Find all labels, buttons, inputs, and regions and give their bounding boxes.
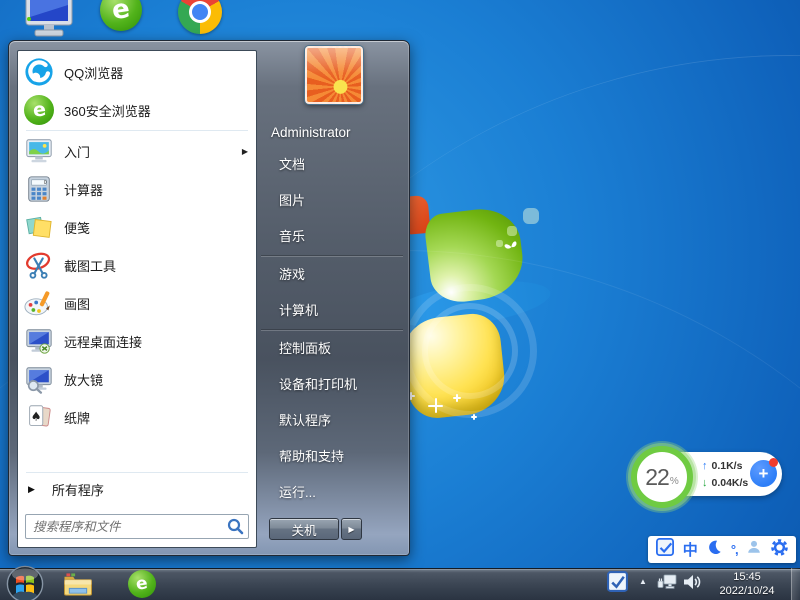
menu-item-label: 远程桌面连接 — [64, 332, 248, 351]
menu-item-label: 360安全浏览器 — [64, 101, 248, 120]
start-menu-item-getting-started[interactable]: 入门 ▶ — [18, 132, 256, 170]
start-menu-item-sticky-notes[interactable]: 便笺 — [18, 208, 256, 246]
show-desktop-button[interactable] — [791, 568, 800, 600]
start-menu: QQ浏览器 e 360安全浏览器 — [8, 40, 410, 556]
start-menu-item-qq-browser[interactable]: QQ浏览器 — [18, 53, 256, 91]
ime-user-icon[interactable] — [746, 539, 762, 560]
menu-item-label: 纸牌 — [64, 408, 248, 427]
shutdown-button[interactable]: 关机 — [269, 518, 339, 540]
clock-time: 15:45 — [704, 570, 790, 584]
start-menu-item-magnifier[interactable]: 放大镜 — [18, 360, 256, 398]
taskbar-explorer-button[interactable] — [62, 571, 94, 598]
menu-item-label: 放大镜 — [64, 370, 248, 389]
start-menu-item-run[interactable]: 运行... — [257, 475, 407, 511]
user-avatar[interactable] — [305, 46, 363, 104]
tray-clock[interactable]: 15:45 2022/10/24 — [704, 570, 790, 598]
start-menu-item-computer[interactable]: 计算机 — [257, 293, 407, 329]
sticky-notes-icon — [24, 212, 54, 242]
snipping-tool-icon — [24, 250, 54, 280]
start-menu-item-remote-desktop[interactable]: 远程桌面连接 — [18, 322, 256, 360]
start-menu-item-snipping-tool[interactable]: 截图工具 — [18, 246, 256, 284]
start-menu-item-music[interactable]: 音乐 — [257, 219, 407, 255]
svg-text:0: 0 — [44, 180, 47, 186]
menu-item-label: 画图 — [64, 294, 248, 313]
search-box — [25, 514, 249, 539]
start-button[interactable] — [6, 565, 44, 600]
submenu-arrow-icon: ▶ — [242, 147, 248, 156]
memory-percent-unit: % — [670, 476, 679, 487]
start-menu-item-calculator[interactable]: 0 计算器 — [18, 170, 256, 208]
notification-dot — [769, 458, 778, 467]
menu-separator — [26, 130, 248, 131]
start-menu-item-default-programs[interactable]: 默认程序 — [257, 403, 407, 439]
tray-network-icon[interactable] — [656, 572, 678, 597]
tray-speaker-icon[interactable] — [681, 572, 703, 597]
start-menu-item-paint[interactable]: 画图 — [18, 284, 256, 322]
qq-browser-icon — [24, 57, 54, 87]
search-icon[interactable] — [227, 518, 244, 540]
menu-item-label: QQ浏览器 — [64, 63, 248, 82]
start-menu-item-solitaire[interactable]: ♠ 纸牌 — [18, 398, 256, 436]
menu-item-label: 截图工具 — [64, 256, 248, 275]
svg-text:♠: ♠ — [31, 409, 42, 423]
clock-date: 2022/10/24 — [704, 584, 790, 598]
360-browser-icon: e — [24, 95, 54, 125]
all-programs-label: 所有程序 — [52, 480, 104, 499]
taskbar-360-browser-button[interactable]: e — [128, 570, 156, 598]
solitaire-icon: ♠ — [24, 402, 54, 432]
accelerate-button[interactable]: + — [750, 460, 777, 487]
getting-started-icon — [24, 136, 54, 166]
ime-mode-indicator[interactable]: 中 — [683, 539, 698, 560]
start-menu-item-help-support[interactable]: 帮助和支持 — [257, 439, 407, 475]
remote-desktop-icon — [24, 326, 54, 356]
desktop-icon-chrome[interactable] — [178, 0, 222, 34]
ime-punctuation-icon[interactable]: °, — [731, 542, 738, 557]
desktop-icon-360-browser[interactable]: e — [100, 0, 142, 31]
tray-security-icon[interactable] — [607, 571, 628, 592]
calculator-icon: 0 — [24, 174, 54, 204]
add-icon: + — [759, 464, 769, 484]
start-menu-right-panel: 文档 图片 音乐 游戏 计算机 控制面板 设备和打印机 默认程序 帮助和支持 运… — [257, 147, 407, 511]
memory-ball[interactable]: 22 % — [631, 446, 693, 508]
user-name: Administrator — [271, 125, 351, 140]
desktop: e QQ浏览器 e 360安全浏览器 — [0, 0, 800, 600]
menu-item-label: 便笺 — [64, 218, 248, 237]
start-menu-left-panel: QQ浏览器 e 360安全浏览器 — [17, 50, 257, 548]
ime-settings-gear-icon[interactable] — [771, 539, 788, 561]
desktop-icon-computer[interactable] — [22, 0, 76, 40]
ime-fullwidth-moon-icon[interactable] — [706, 539, 722, 560]
start-menu-item-control-panel[interactable]: 控制面板 — [257, 331, 407, 367]
start-menu-item-documents[interactable]: 文档 — [257, 147, 407, 183]
start-menu-item-devices-printers[interactable]: 设备和打印机 — [257, 367, 407, 403]
upload-arrow-icon: ↑ — [702, 460, 708, 472]
memory-percent: 22 — [645, 464, 669, 491]
ime-logo-icon[interactable] — [656, 538, 674, 561]
menu-item-label: 入门 — [64, 142, 232, 161]
magnifier-app-icon — [24, 364, 54, 394]
shutdown-controls: 关机 ▶ — [269, 518, 362, 540]
paint-icon — [24, 288, 54, 318]
taskbar — [0, 568, 800, 600]
shutdown-options-arrow[interactable]: ▶ — [341, 518, 362, 540]
tray-hidden-icons-button[interactable]: ▲ — [635, 573, 651, 589]
ime-toolbar: 中 °, — [648, 536, 796, 563]
all-programs-button[interactable]: ▶ 所有程序 — [18, 474, 256, 504]
search-input[interactable] — [25, 514, 249, 539]
menu-item-label: 计算器 — [64, 180, 248, 199]
menu-separator — [26, 472, 248, 473]
start-menu-item-games[interactable]: 游戏 — [257, 257, 407, 293]
all-programs-arrow-icon: ▶ — [28, 484, 35, 495]
start-menu-item-360-browser[interactable]: e 360安全浏览器 — [18, 91, 256, 129]
start-menu-item-pictures[interactable]: 图片 — [257, 183, 407, 219]
download-arrow-icon: ↓ — [702, 477, 708, 489]
